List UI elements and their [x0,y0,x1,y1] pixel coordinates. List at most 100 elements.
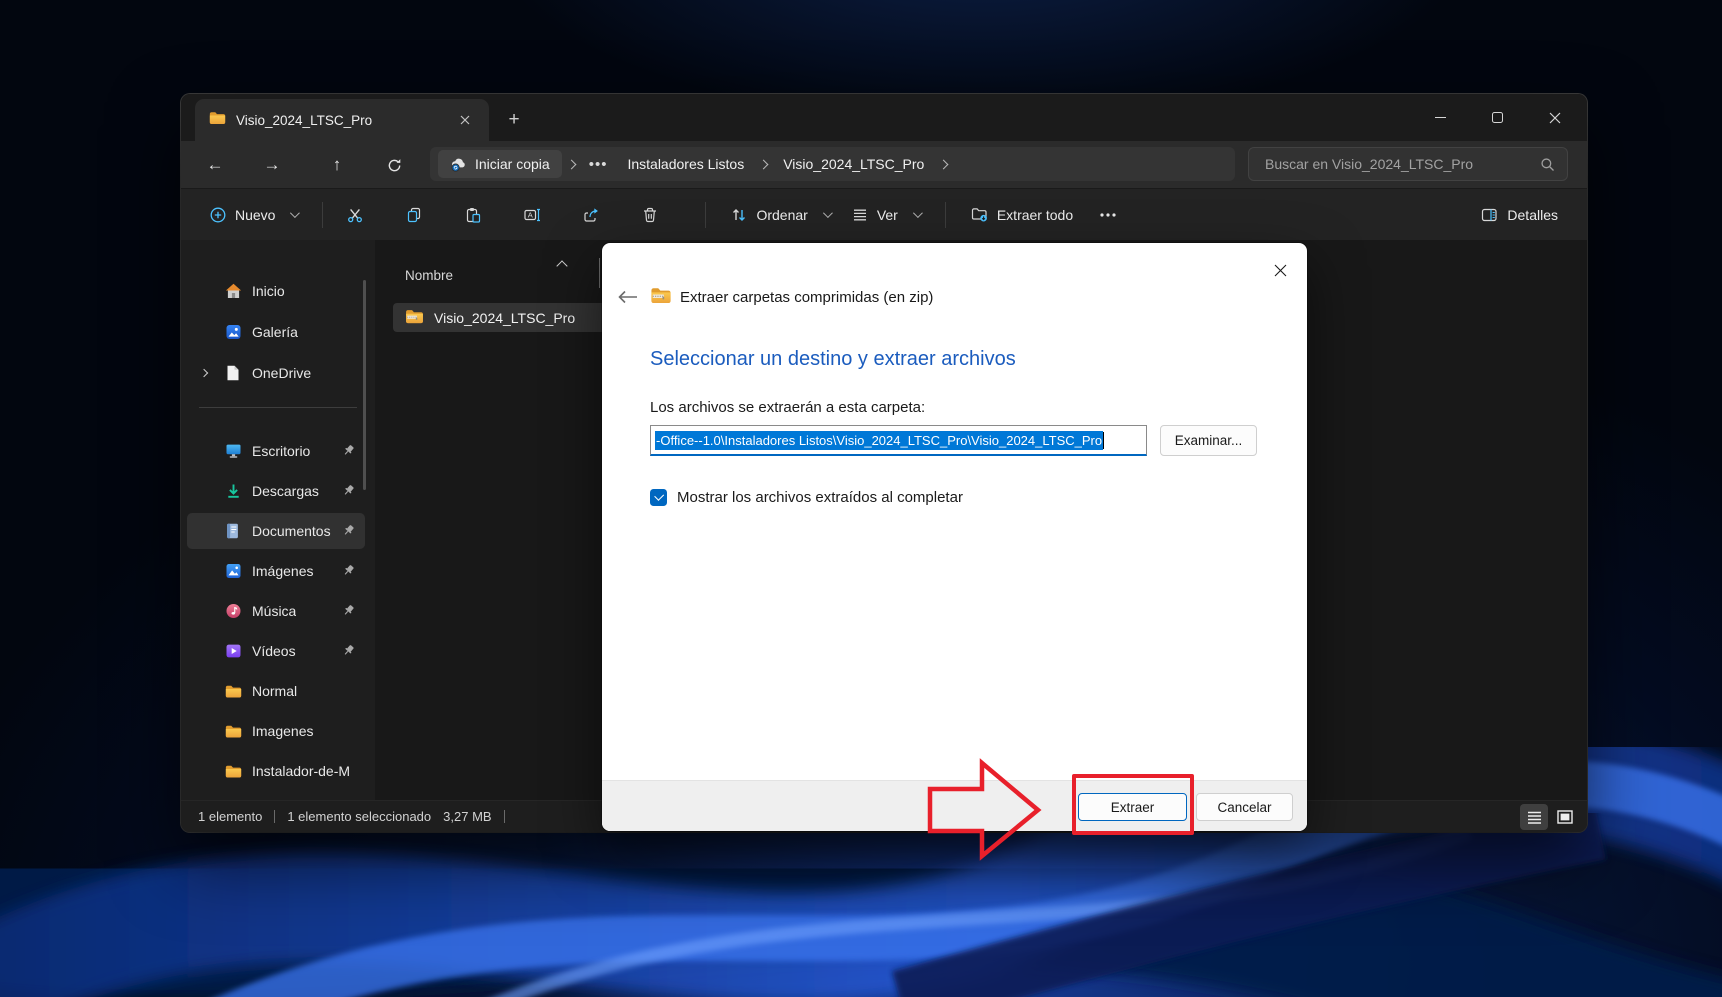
sidebar-item-videos[interactable]: Vídeos [187,633,365,669]
sidebar-item-inicio[interactable]: Inicio [187,273,365,309]
column-header-name[interactable]: Nombre [405,268,453,283]
sidebar-item-escritorio[interactable]: Escritorio [187,433,365,469]
pin-icon [342,524,355,540]
up-button[interactable]: ↑ [321,149,353,181]
sort-icon [733,208,746,221]
selected-path-text: -Office--1.0\Instaladores Listos\Visio_2… [655,430,1104,450]
breadcrumb-item[interactable]: Instaladores Listos [617,156,754,172]
sidebar-item-galeria[interactable]: Galería [187,314,365,350]
dialog-back-button[interactable] [618,286,644,308]
dialog-heading: Seleccionar un destino y extraer archivo… [650,348,1016,370]
documents-icon [225,523,242,540]
close-button[interactable] [1526,94,1583,141]
copy-button[interactable] [396,197,432,233]
refresh-button[interactable] [378,149,410,181]
show-files-checkbox-row[interactable]: Mostrar los archivos extraídos al comple… [650,489,963,506]
checkbox-checked-icon[interactable] [650,489,667,506]
maximize-button[interactable] [1469,94,1526,141]
column-divider[interactable] [599,258,600,288]
downloads-icon [225,483,242,500]
view-button[interactable]: Ver [841,196,931,234]
breadcrumb-item: Iniciar copia [475,156,550,172]
sidebar-item-imagenes-folder[interactable]: Imagenes [187,713,365,749]
delete-button[interactable] [632,197,668,233]
back-button[interactable]: ← [199,149,231,181]
desktop-icon [225,443,242,460]
new-button[interactable]: Nuevo [199,196,308,234]
icons-view-button[interactable] [1551,804,1579,830]
breadcrumb-item[interactable]: Visio_2024_LTSC_Pro [773,156,934,172]
sidebar-item-descargas[interactable]: Descargas [187,473,365,509]
chevron-down-icon [290,208,301,219]
more-options-button[interactable] [1090,197,1126,233]
tab-close-icon[interactable] [453,108,477,132]
scissors-icon [348,208,363,222]
cancel-button[interactable]: Cancelar [1196,793,1293,821]
sidebar: Inicio Galería OneDrive Escritorio Desca… [181,240,375,800]
cloud-sync-icon [451,158,465,172]
tab-strip: Visio_2024_LTSC_Pro + [181,94,1587,141]
gallery-icon [225,324,242,341]
status-divider [503,810,505,823]
sort-ascending-icon [556,260,568,272]
sidebar-item-normal[interactable]: Normal [187,673,365,709]
details-pane-label: Detalles [1507,206,1558,223]
view-icon [853,209,866,220]
sidebar-item-imagenes[interactable]: Imágenes [187,553,365,589]
details-view-icon [1527,811,1541,824]
folder-icon [225,683,242,700]
sidebar-item-onedrive[interactable]: OneDrive [187,355,365,391]
zip-folder-icon [650,287,672,309]
search-box[interactable]: Buscar en Visio_2024_LTSC_Pro [1248,147,1568,181]
status-selection: 1 elemento seleccionado [287,809,432,824]
music-icon [225,603,242,620]
dialog-close-button[interactable] [1263,255,1297,285]
tab-label: Visio_2024_LTSC_Pro [236,112,373,128]
extract-all-button[interactable]: Extraer todo [960,196,1084,234]
icons-view-icon [1557,810,1573,824]
search-icon [1541,157,1554,171]
details-view-button[interactable] [1520,804,1548,830]
explorer-tab[interactable]: Visio_2024_LTSC_Pro [195,99,489,141]
details-pane-button[interactable]: Detalles [1470,196,1569,234]
maximize-icon [1492,112,1503,123]
chevron-expand-icon[interactable] [199,368,209,378]
status-divider [274,810,276,823]
divider [944,201,946,228]
destination-path-input[interactable]: -Office--1.0\Instaladores Listos\Visio_2… [650,425,1147,456]
plus-circle-icon [210,207,226,222]
status-item-count: 1 elemento [198,809,263,824]
sidebar-item-musica[interactable]: Música [187,593,365,629]
chevron-down-icon [822,208,833,219]
sidebar-divider [199,407,357,408]
folder-icon [209,111,226,130]
breadcrumb-overflow[interactable]: ••• [581,156,616,173]
chevron-down-icon [912,208,923,219]
paste-button[interactable] [455,197,491,233]
rename-button[interactable]: A [514,197,550,233]
share-button[interactable] [573,197,609,233]
sidebar-scrollbar[interactable] [363,280,366,490]
sort-button-label: Ordenar [756,206,808,223]
pin-icon [342,564,355,580]
annotation-highlight-rectangle [1072,774,1194,835]
sort-button[interactable]: Ordenar [720,196,840,234]
sidebar-item-documentos[interactable]: Documentos [187,513,365,549]
pictures-icon [225,563,242,580]
minimize-icon [1435,116,1446,119]
breadcrumb: Iniciar copia ••• Instaladores Listos Vi… [430,147,1235,181]
svg-text:A: A [528,210,533,219]
search-placeholder: Buscar en Visio_2024_LTSC_Pro [1265,156,1474,172]
browse-button[interactable]: Examinar... [1160,425,1257,456]
window-controls [1412,94,1583,141]
new-tab-button[interactable]: + [499,105,529,135]
folder-icon [225,763,242,780]
navigation-bar: ← → ↑ Iniciar copia ••• Instaladores Lis… [181,141,1587,188]
minimize-button[interactable] [1412,94,1469,141]
cut-button[interactable] [337,197,373,233]
breadcrumb-sync-root[interactable]: Iniciar copia [438,150,562,178]
forward-button[interactable]: → [256,149,288,181]
sidebar-item-instalador[interactable]: Instalador-de-M [187,753,365,789]
ellipsis-icon [1100,212,1116,217]
divider [322,201,324,228]
